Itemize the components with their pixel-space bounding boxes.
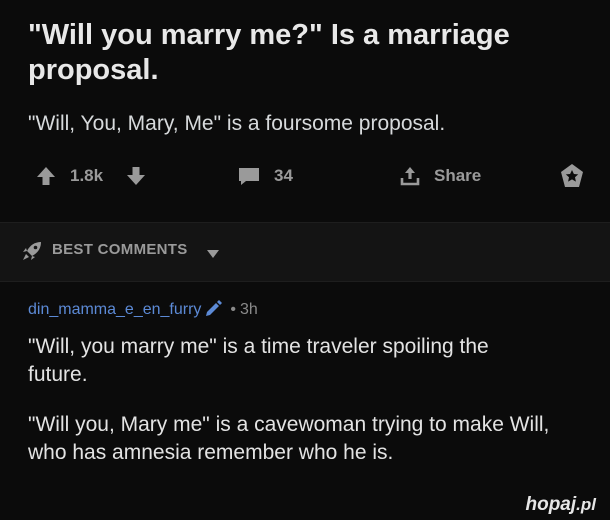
award-icon[interactable]: [558, 162, 586, 190]
downvote-icon[interactable]: [124, 164, 148, 188]
sort-label[interactable]: BEST COMMENTS: [52, 241, 188, 258]
caret-down-icon[interactable]: [206, 246, 220, 264]
watermark-logo: hopaj.pl: [525, 494, 596, 516]
upvote-icon[interactable]: [34, 164, 58, 188]
comment-count[interactable]: 34: [274, 166, 293, 186]
watermark-tld: .pl: [576, 495, 596, 514]
vote-score: 1.8k: [70, 166, 104, 185]
comment-age: 3h: [240, 300, 258, 318]
meta-separator: •: [230, 300, 237, 318]
share-button[interactable]: Share: [434, 166, 481, 186]
share-icon[interactable]: [398, 164, 422, 188]
post: "Will you marry me?" Is a marriage propo…: [0, 0, 610, 196]
comment: din_mamma_e_en_furry • 3h "Will, you mar…: [28, 298, 598, 467]
comment-icon[interactable]: [236, 164, 262, 188]
sort-comments-bar[interactable]: BEST COMMENTS: [0, 222, 610, 282]
comment-paragraph: "Will you, Mary me" is a cavewoman tryin…: [28, 413, 550, 464]
post-body: "Will, You, Mary, Me" is a foursome prop…: [28, 112, 446, 135]
comment-paragraph: "Will, you marry me" is a time traveler …: [28, 335, 489, 386]
post-actions: 1.8k 34 Share: [28, 156, 590, 196]
comment-username[interactable]: din_mamma_e_en_furry: [28, 301, 201, 319]
comment-meta: din_mamma_e_en_furry • 3h: [28, 298, 598, 321]
rocket-icon: [20, 239, 44, 268]
edit-flair-icon: [204, 298, 224, 321]
watermark-brand: hopaj: [525, 494, 577, 515]
post-title: "Will you marry me?" Is a marriage propo…: [28, 19, 510, 86]
